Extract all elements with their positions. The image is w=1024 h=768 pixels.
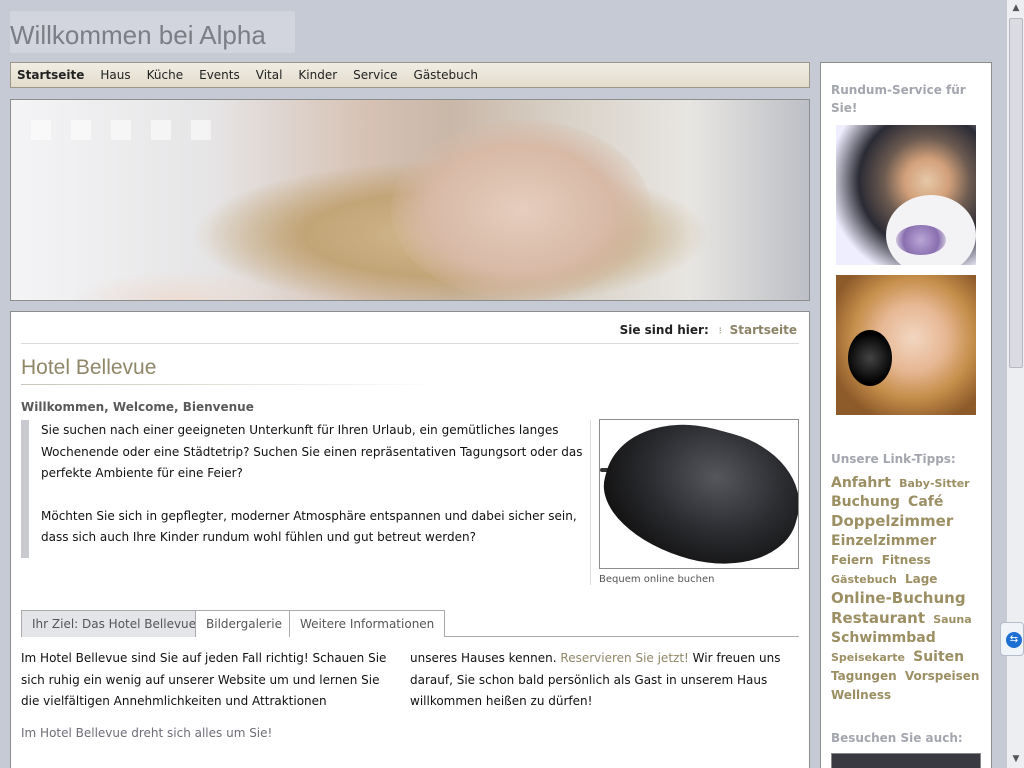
welcome-line: Willkommen, Welcome, Bienvenue — [21, 400, 254, 414]
hero-slide-dot[interactable] — [191, 120, 211, 140]
sidebar-visit-heading: Besuchen Sie auch: — [831, 731, 963, 745]
nav-item-service[interactable]: Service — [353, 68, 397, 82]
nav-item-haus[interactable]: Haus — [100, 68, 130, 82]
tag-link[interactable]: Feiern — [831, 553, 874, 567]
tag-link[interactable]: Buchung — [831, 494, 900, 510]
breadcrumb: Sie sind hier: ⁝ Startseite — [620, 323, 797, 337]
tag-link[interactable]: Restaurant — [831, 609, 925, 627]
image-caption: Bequem online buchen — [599, 574, 715, 585]
main-nav: Startseite Haus Küche Events Vital Kinde… — [10, 62, 810, 88]
tag-cloud: Anfahrt Baby-Sitter Buchung Café Doppelz… — [831, 474, 987, 705]
mouse-icon — [600, 420, 798, 568]
nav-item-kueche[interactable]: Küche — [147, 68, 183, 82]
reserve-link[interactable]: Reservieren Sie jetzt! — [560, 651, 688, 665]
tag-link[interactable]: Fitness — [882, 553, 931, 567]
divider — [21, 343, 799, 344]
tab-weitere-informationen[interactable]: Weitere Informationen — [289, 610, 446, 637]
tag-link[interactable]: Vorspeisen — [905, 669, 980, 683]
tag-link[interactable]: Speisekarte — [831, 651, 905, 664]
tab-ihr-ziel[interactable]: Ihr Ziel: Das Hotel Bellevue — [21, 610, 208, 637]
nav-item-kinder[interactable]: Kinder — [298, 68, 337, 82]
scroll-down-icon[interactable]: ▼ — [1007, 751, 1024, 768]
tag-link[interactable]: Baby-Sitter — [899, 477, 970, 490]
nav-item-events[interactable]: Events — [199, 68, 240, 82]
tag-link[interactable]: Online-Buchung — [831, 589, 966, 607]
page: Willkommen bei Alpha Startseite Haus Küc… — [0, 0, 1006, 768]
tab-content-col1: Im Hotel Bellevue sind Sie auf jeden Fal… — [21, 651, 387, 708]
tab-content-col2: unseres Hauses kennen. Reservieren Sie j… — [410, 648, 790, 713]
hero-slide-dot[interactable] — [111, 120, 131, 140]
nav-item-vital[interactable]: Vital — [256, 68, 283, 82]
site-title: Willkommen bei Alpha — [10, 11, 295, 53]
photo-flowers-shape — [896, 225, 946, 255]
wedding-photo[interactable] — [836, 125, 976, 265]
sidebar-links-heading: Unsere Link-Tipps: — [831, 452, 956, 466]
hero-slide-dot[interactable] — [31, 120, 51, 140]
hero-image — [10, 99, 810, 301]
main-content: Sie sind hier: ⁝ Startseite Hotel Bellev… — [10, 311, 810, 768]
sidebar-service-heading: Rundum-Service für Sie! — [831, 83, 966, 115]
tag-link[interactable]: Anfahrt — [831, 475, 891, 491]
tag-link[interactable]: Einzelzimmer — [831, 533, 936, 549]
partner-thumbnail[interactable] — [831, 753, 981, 768]
teamviewer-icon: ⇆ — [1006, 632, 1022, 648]
hero-slide-dot[interactable] — [71, 120, 91, 140]
tag-link[interactable]: Schwimmbad — [831, 630, 936, 646]
tab-bildergalerie[interactable]: Bildergalerie — [195, 610, 293, 637]
col2-text-start: unseres Hauses kennen. — [410, 651, 557, 665]
breadcrumb-dots-icon: ⁝ — [718, 326, 722, 337]
breadcrumb-label: Sie sind hier: — [619, 323, 709, 337]
title-underline — [21, 384, 441, 385]
mouse-image[interactable] — [599, 419, 799, 569]
intro-paragraph-2: Möchten Sie sich in gepflegter, moderner… — [41, 508, 577, 545]
tag-link[interactable]: Lage — [905, 572, 937, 586]
intro-paragraph-1: Sie suchen nach einer geeigneten Unterku… — [41, 423, 583, 480]
content-tabs: Ihr Ziel: Das Hotel Bellevue Bildergaler… — [21, 610, 799, 637]
sidebar: Rundum-Service für Sie! Unsere Link-Tipp… — [820, 62, 992, 768]
scroll-up-icon[interactable]: ▲ — [1007, 0, 1024, 17]
beauty-photo[interactable] — [836, 275, 976, 415]
intro-quote: Sie suchen nach einer geeigneten Unterku… — [21, 420, 591, 558]
tag-link[interactable]: Doppelzimmer — [831, 512, 953, 530]
tag-link[interactable]: Wellness — [831, 688, 891, 702]
nav-item-startseite[interactable]: Startseite — [17, 68, 84, 82]
breadcrumb-link-startseite[interactable]: Startseite — [730, 323, 797, 337]
tag-link[interactable]: Sauna — [933, 613, 971, 626]
divider — [590, 420, 591, 585]
tag-link[interactable]: Tagungen — [831, 669, 897, 683]
nav-item-gaestebuch[interactable]: Gästebuch — [414, 68, 478, 82]
tag-link[interactable]: Gästebuch — [831, 573, 897, 586]
page-title: Hotel Bellevue — [21, 356, 157, 379]
hero-face-shape — [391, 120, 651, 300]
tag-link[interactable]: Café — [908, 494, 943, 510]
scroll-thumb[interactable] — [1009, 18, 1023, 368]
tagline: Im Hotel Bellevue dreht sich alles um Si… — [21, 726, 273, 740]
photo-camera-shape — [848, 330, 892, 386]
hero-slide-dot[interactable] — [151, 120, 171, 140]
tag-link[interactable]: Suiten — [913, 649, 964, 665]
teamviewer-badge[interactable]: ⇆ — [1000, 622, 1024, 656]
